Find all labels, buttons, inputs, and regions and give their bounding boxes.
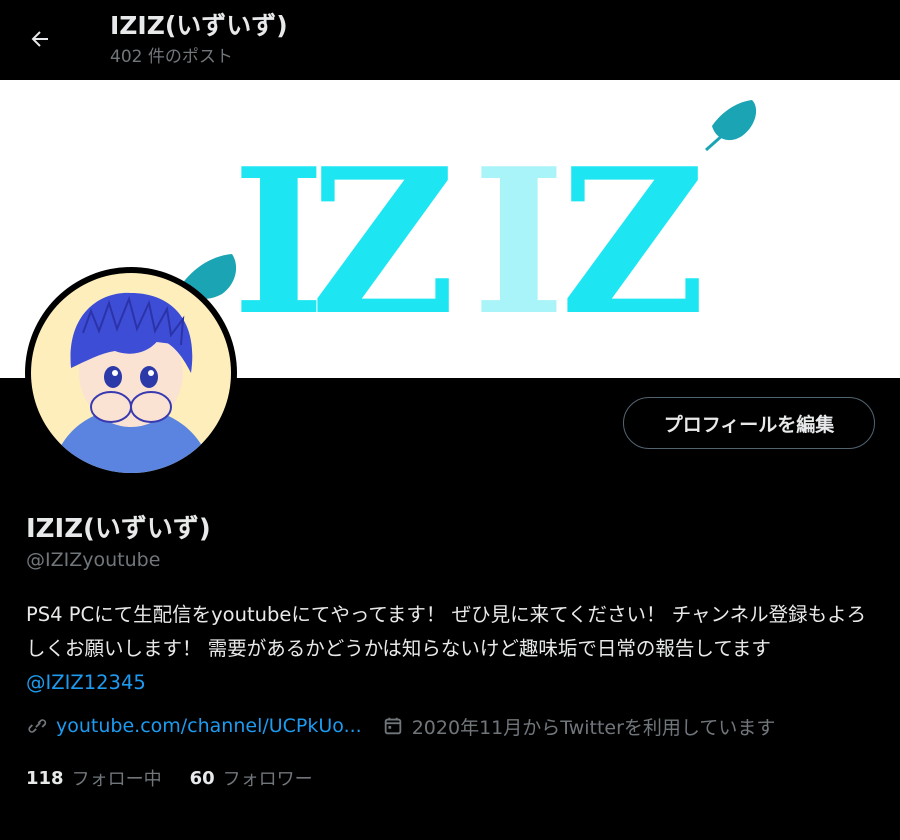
profile-meta: youtube.com/channel/UCPkUo... 2020年11月から… [26,711,775,741]
logo-letter-i2: I [472,125,566,360]
following-link[interactable]: 118 フォロー中 [26,765,162,791]
feather-right-shape [712,100,757,141]
website-link[interactable]: youtube.com/channel/UCPkUo... [56,715,362,737]
followers-link[interactable]: 60 フォロワー [190,765,313,791]
profile-handle: @IZIZyoutube [26,549,161,571]
avatar-image [31,273,231,473]
followers-count: 60 [189,767,215,789]
top-bar: IZIZ(いずいず) 402 件のポスト [0,0,900,80]
profile-website: youtube.com/channel/UCPkUo... [26,715,362,737]
back-button[interactable] [20,22,60,56]
joined-date: 2020年11月からTwitterを利用しています [411,716,776,739]
edit-profile-button[interactable]: プロフィールを編集 [623,397,875,449]
bio-text: PS4 PCにて生配信をyoutubeにてやってます！ ぜひ見に来てください！ … [26,603,867,660]
following-label: フォロー中 [71,769,162,790]
link-icon [28,719,47,733]
logo-letter-z2: Z [560,125,706,360]
avatar[interactable] [25,267,237,479]
follow-stats: 118 フォロー中 60 フォロワー [26,765,313,791]
profile-joined: 2020年11月からTwitterを利用しています [382,713,776,740]
bio-mention-link[interactable]: @IZIZ12345 [26,671,146,694]
back-arrow-icon [31,31,48,47]
header-title-group: IZIZ(いずいず) 402 件のポスト [110,10,288,68]
post-count: 402 件のポスト [110,47,233,67]
calendar-icon [384,717,401,735]
profile-bio: PS4 PCにて生配信をyoutubeにてやってます！ ぜひ見に来てください！ … [26,598,876,700]
profile-display-name: IZIZ(いずいず) [26,514,211,544]
following-count: 118 [26,767,64,789]
logo-letter-z1: Z [310,125,456,360]
followers-label: フォロワー [222,769,313,790]
header-title: IZIZ(いずいず) [110,11,288,40]
